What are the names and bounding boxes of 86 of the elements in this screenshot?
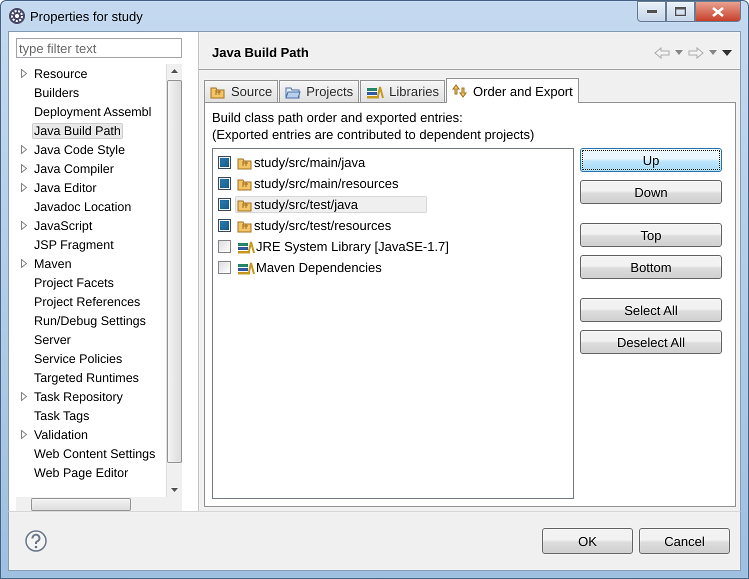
list-item[interactable]: JRE System Library [JavaSE-1.7] bbox=[235, 238, 451, 255]
description-text: (Exported entries are contributed to dependent projects) bbox=[212, 126, 536, 143]
books-icon bbox=[237, 240, 255, 254]
maximize-button[interactable] bbox=[666, 1, 695, 22]
tree-item[interactable]: Project Facets bbox=[32, 274, 116, 290]
tree-item[interactable]: Project References bbox=[32, 294, 142, 310]
folder-icon bbox=[210, 84, 226, 98]
tree-item[interactable]: Java Compiler bbox=[32, 160, 116, 176]
close-button[interactable] bbox=[695, 1, 741, 22]
expand-arrow-icon[interactable] bbox=[21, 392, 27, 401]
expand-arrow-icon[interactable] bbox=[21, 69, 27, 78]
open-folder-icon bbox=[285, 84, 302, 98]
expand-arrow-icon[interactable] bbox=[21, 221, 27, 230]
checkbox[interactable] bbox=[218, 240, 231, 253]
list-item[interactable]: study/src/test/resources bbox=[235, 217, 394, 234]
list-item[interactable]: Maven Dependencies bbox=[235, 259, 384, 276]
checkbox[interactable] bbox=[218, 198, 231, 211]
tree-item[interactable]: Server bbox=[32, 332, 73, 348]
expand-arrow-icon[interactable] bbox=[21, 430, 27, 439]
tab[interactable]: Libraries bbox=[360, 80, 446, 102]
checkbox[interactable] bbox=[218, 156, 231, 169]
expand-arrow-icon[interactable] bbox=[21, 145, 27, 154]
vertical-scrollbar[interactable] bbox=[166, 64, 182, 497]
page-title: Java Build Path bbox=[212, 45, 309, 60]
action-button[interactable]: Down bbox=[580, 180, 722, 204]
list-item[interactable]: study/src/main/java bbox=[235, 154, 368, 171]
list-item[interactable]: study/src/test/java bbox=[235, 196, 428, 213]
gear-icon bbox=[8, 7, 26, 25]
books-icon bbox=[366, 84, 384, 98]
tree-item[interactable]: Deployment Assembl bbox=[32, 104, 154, 120]
ok-button[interactable]: OK bbox=[542, 528, 633, 554]
minimize-button[interactable] bbox=[637, 1, 666, 22]
tree-item[interactable]: Targeted Runtimes bbox=[32, 370, 141, 386]
action-button[interactable]: Up bbox=[580, 148, 722, 172]
checkbox[interactable] bbox=[218, 177, 231, 190]
checkbox[interactable] bbox=[218, 219, 231, 232]
tree-item[interactable]: Service Policies bbox=[32, 350, 124, 366]
window-title: Properties for study bbox=[30, 8, 143, 24]
checkbox[interactable] bbox=[218, 261, 231, 274]
books-icon bbox=[237, 260, 255, 274]
up-arrow-icon[interactable] bbox=[171, 69, 178, 73]
list-item[interactable]: study/src/main/resources bbox=[235, 175, 400, 192]
dropdown-icon[interactable] bbox=[675, 50, 683, 55]
action-button[interactable]: Bottom bbox=[580, 255, 722, 279]
tree-item[interactable]: Java Code Style bbox=[32, 142, 128, 158]
action-button[interactable]: Deselect All bbox=[580, 330, 722, 354]
tree-item[interactable]: Validation bbox=[32, 426, 90, 442]
filter-field[interactable]: type filter text bbox=[16, 38, 182, 58]
folder-icon bbox=[237, 218, 253, 232]
tree-item[interactable]: Task Repository bbox=[32, 388, 125, 404]
tree-item[interactable]: Run/Debug Settings bbox=[32, 312, 148, 328]
description-text: Build class path order and exported entries: bbox=[212, 109, 464, 126]
action-button[interactable]: Select All bbox=[580, 298, 722, 322]
dropdown-icon[interactable] bbox=[709, 50, 717, 55]
back-arrow-icon[interactable] bbox=[654, 46, 670, 58]
close-icon bbox=[712, 6, 724, 16]
tab[interactable]: Order and Export bbox=[446, 78, 579, 103]
tab[interactable]: Source bbox=[204, 80, 278, 102]
cancel-button[interactable]: Cancel bbox=[639, 528, 730, 554]
minimize-icon bbox=[646, 10, 656, 14]
tab[interactable]: Projects bbox=[279, 80, 360, 102]
folder-icon bbox=[237, 198, 253, 212]
tree-item[interactable]: Maven bbox=[32, 256, 74, 272]
arrows-icon bbox=[452, 84, 468, 98]
tree-item[interactable]: JSP Fragment bbox=[32, 236, 116, 252]
tree-item[interactable]: Builders bbox=[32, 84, 82, 100]
folder-icon bbox=[237, 176, 253, 190]
tree-item[interactable]: Java Editor bbox=[32, 180, 99, 196]
tree-item[interactable]: Java Build Path bbox=[32, 122, 123, 138]
folder-icon bbox=[237, 156, 253, 170]
tree-item[interactable]: Web Content Settings bbox=[32, 446, 158, 462]
tree-item[interactable]: JavaScript bbox=[32, 218, 94, 234]
tree-item[interactable]: Task Tags bbox=[32, 408, 92, 424]
tree-item[interactable]: Web Page Editor bbox=[32, 464, 130, 480]
help-icon[interactable] bbox=[25, 530, 47, 552]
maximize-icon bbox=[675, 7, 686, 16]
action-button[interactable]: Top bbox=[580, 223, 722, 247]
forward-arrow-icon[interactable] bbox=[688, 46, 704, 58]
tree-item[interactable]: Javadoc Location bbox=[32, 198, 134, 214]
expand-arrow-icon[interactable] bbox=[21, 259, 27, 268]
expand-arrow-icon[interactable] bbox=[21, 164, 27, 173]
down-arrow-icon[interactable] bbox=[171, 488, 178, 492]
view-menu-icon[interactable] bbox=[722, 50, 732, 56]
expand-arrow-icon[interactable] bbox=[21, 183, 27, 192]
horizontal-scrollbar[interactable] bbox=[16, 497, 182, 511]
tree-item[interactable]: Resource bbox=[32, 66, 90, 82]
